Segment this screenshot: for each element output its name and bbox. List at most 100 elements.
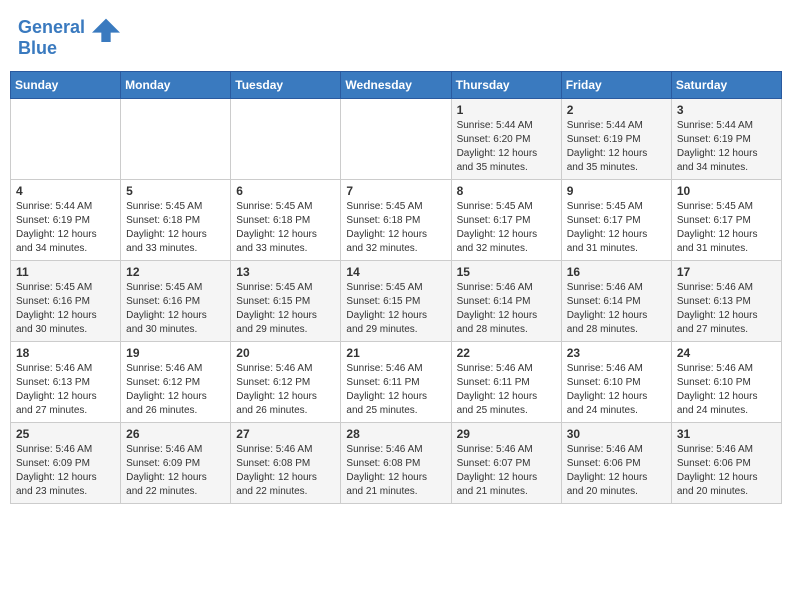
day-info: Sunrise: 5:46 AM Sunset: 6:12 PM Dayligh… — [236, 362, 335, 418]
day-cell — [231, 99, 341, 180]
day-info: Sunrise: 5:46 AM Sunset: 6:11 PM Dayligh… — [346, 362, 445, 418]
day-number: 18 — [16, 346, 115, 360]
day-cell: 27Sunrise: 5:46 AM Sunset: 6:08 PM Dayli… — [231, 423, 341, 504]
header-cell-tuesday: Tuesday — [231, 72, 341, 99]
day-cell: 18 Sunrise: 5:46 AM Sunset: 6:13 PM Dayli… — [11, 342, 121, 423]
day-cell: 31Sunrise: 5:46 AM Sunset: 6:06 PM Dayli… — [671, 423, 781, 504]
day-cell: 25 Sunrise: 5:46 AM Sunset: 6:09 PM Dayli… — [11, 423, 121, 504]
day-cell: 7Sunrise: 5:45 AM Sunset: 6:18 PM Daylig… — [341, 180, 451, 261]
day-info: Sunrise: 5:45 AM Sunset: 6:15 PM Dayligh… — [346, 281, 445, 337]
day-cell: 6 Sunrise: 5:45 AM Sunset: 6:18 PM Daylig… — [231, 180, 341, 261]
day-cell: 10 Sunrise: 5:45 AM Sunset: 6:17 PM Dayli… — [671, 180, 781, 261]
day-cell: 23 Sunrise: 5:46 AM Sunset: 6:10 PM Dayli… — [561, 342, 671, 423]
day-cell — [121, 99, 231, 180]
day-number: 28 — [346, 427, 445, 441]
day-number: 10 — [677, 184, 776, 198]
day-number: 30 — [567, 427, 666, 441]
header-cell-monday: Monday — [121, 72, 231, 99]
day-info: Sunrise: 5:46 AM Sunset: 6:13 PM Dayligh… — [677, 281, 776, 337]
day-cell: 30 Sunrise: 5:46 AM Sunset: 6:06 PM Dayli… — [561, 423, 671, 504]
day-number: 17 — [677, 265, 776, 279]
day-cell: 4 Sunrise: 5:44 AM Sunset: 6:19 PM Daylig… — [11, 180, 121, 261]
calendar-body: 1Sunrise: 5:44 AM Sunset: 6:20 PM Daylig… — [11, 99, 782, 504]
day-info: Sunrise: 5:46 AM Sunset: 6:10 PM Dayligh… — [677, 362, 776, 418]
day-cell: 29 Sunrise: 5:46 AM Sunset: 6:07 PM Dayli… — [451, 423, 561, 504]
day-info: Sunrise: 5:45 AM Sunset: 6:18 PM Dayligh… — [236, 200, 335, 256]
week-row-2: 4 Sunrise: 5:44 AM Sunset: 6:19 PM Daylig… — [11, 180, 782, 261]
day-cell: 13 Sunrise: 5:45 AM Sunset: 6:15 PM Dayli… — [231, 261, 341, 342]
header-cell-thursday: Thursday — [451, 72, 561, 99]
day-number: 23 — [567, 346, 666, 360]
day-info: Sunrise: 5:45 AM Sunset: 6:15 PM Dayligh… — [236, 281, 335, 337]
day-info: Sunrise: 5:46 AM Sunset: 6:07 PM Dayligh… — [457, 443, 556, 499]
day-info: Sunrise: 5:44 AM Sunset: 6:19 PM Dayligh… — [16, 200, 115, 256]
header-cell-friday: Friday — [561, 72, 671, 99]
week-row-3: 11 Sunrise: 5:45 AM Sunset: 6:16 PM Dayli… — [11, 261, 782, 342]
logo: General Blue — [18, 14, 120, 59]
day-info: Sunrise: 5:45 AM Sunset: 6:17 PM Dayligh… — [457, 200, 556, 256]
day-number: 11 — [16, 265, 115, 279]
day-info: Sunrise: 5:45 AM Sunset: 6:17 PM Dayligh… — [567, 200, 666, 256]
day-number: 19 — [126, 346, 225, 360]
day-info: Sunrise: 5:45 AM Sunset: 6:18 PM Dayligh… — [346, 200, 445, 256]
day-number: 8 — [457, 184, 556, 198]
day-cell: 8 Sunrise: 5:45 AM Sunset: 6:17 PM Daylig… — [451, 180, 561, 261]
day-info: Sunrise: 5:46 AM Sunset: 6:09 PM Dayligh… — [16, 443, 115, 499]
day-info: Sunrise: 5:46 AM Sunset: 6:11 PM Dayligh… — [457, 362, 556, 418]
day-info: Sunrise: 5:45 AM Sunset: 6:18 PM Dayligh… — [126, 200, 225, 256]
day-number: 9 — [567, 184, 666, 198]
day-number: 13 — [236, 265, 335, 279]
day-info: Sunrise: 5:46 AM Sunset: 6:14 PM Dayligh… — [567, 281, 666, 337]
page-header: General Blue — [10, 10, 782, 63]
week-row-4: 18 Sunrise: 5:46 AM Sunset: 6:13 PM Dayli… — [11, 342, 782, 423]
header-cell-saturday: Saturday — [671, 72, 781, 99]
calendar-header: SundayMondayTuesdayWednesdayThursdayFrid… — [11, 72, 782, 99]
day-info: Sunrise: 5:46 AM Sunset: 6:06 PM Dayligh… — [567, 443, 666, 499]
day-cell: 24Sunrise: 5:46 AM Sunset: 6:10 PM Dayli… — [671, 342, 781, 423]
day-info: Sunrise: 5:46 AM Sunset: 6:13 PM Dayligh… — [16, 362, 115, 418]
day-cell: 14 Sunrise: 5:45 AM Sunset: 6:15 PM Dayli… — [341, 261, 451, 342]
day-info: Sunrise: 5:44 AM Sunset: 6:19 PM Dayligh… — [567, 119, 666, 175]
day-number: 25 — [16, 427, 115, 441]
day-cell: 19 Sunrise: 5:46 AM Sunset: 6:12 PM Dayli… — [121, 342, 231, 423]
day-number: 15 — [457, 265, 556, 279]
day-info: Sunrise: 5:44 AM Sunset: 6:19 PM Dayligh… — [677, 119, 776, 175]
day-cell: 9 Sunrise: 5:45 AM Sunset: 6:17 PM Daylig… — [561, 180, 671, 261]
day-cell: 22 Sunrise: 5:46 AM Sunset: 6:11 PM Dayli… — [451, 342, 561, 423]
day-cell: 11 Sunrise: 5:45 AM Sunset: 6:16 PM Dayli… — [11, 261, 121, 342]
week-row-5: 25 Sunrise: 5:46 AM Sunset: 6:09 PM Dayli… — [11, 423, 782, 504]
header-cell-sunday: Sunday — [11, 72, 121, 99]
day-number: 16 — [567, 265, 666, 279]
day-cell: 15 Sunrise: 5:46 AM Sunset: 6:14 PM Dayli… — [451, 261, 561, 342]
day-info: Sunrise: 5:46 AM Sunset: 6:12 PM Dayligh… — [126, 362, 225, 418]
header-row: SundayMondayTuesdayWednesdayThursdayFrid… — [11, 72, 782, 99]
day-info: Sunrise: 5:46 AM Sunset: 6:14 PM Dayligh… — [457, 281, 556, 337]
day-info: Sunrise: 5:45 AM Sunset: 6:16 PM Dayligh… — [126, 281, 225, 337]
day-cell: 20Sunrise: 5:46 AM Sunset: 6:12 PM Dayli… — [231, 342, 341, 423]
day-cell: 1Sunrise: 5:44 AM Sunset: 6:20 PM Daylig… — [451, 99, 561, 180]
day-number: 3 — [677, 103, 776, 117]
day-number: 2 — [567, 103, 666, 117]
day-info: Sunrise: 5:45 AM Sunset: 6:16 PM Dayligh… — [16, 281, 115, 337]
day-number: 4 — [16, 184, 115, 198]
day-cell: 5Sunrise: 5:45 AM Sunset: 6:18 PM Daylig… — [121, 180, 231, 261]
day-info: Sunrise: 5:46 AM Sunset: 6:09 PM Dayligh… — [126, 443, 225, 499]
calendar-table: SundayMondayTuesdayWednesdayThursdayFrid… — [10, 71, 782, 504]
day-cell: 17 Sunrise: 5:46 AM Sunset: 6:13 PM Dayli… — [671, 261, 781, 342]
day-info: Sunrise: 5:45 AM Sunset: 6:17 PM Dayligh… — [677, 200, 776, 256]
week-row-1: 1Sunrise: 5:44 AM Sunset: 6:20 PM Daylig… — [11, 99, 782, 180]
day-cell: 26 Sunrise: 5:46 AM Sunset: 6:09 PM Dayli… — [121, 423, 231, 504]
day-number: 27 — [236, 427, 335, 441]
day-number: 26 — [126, 427, 225, 441]
header-cell-wednesday: Wednesday — [341, 72, 451, 99]
day-cell: 28 Sunrise: 5:46 AM Sunset: 6:08 PM Dayli… — [341, 423, 451, 504]
day-number: 29 — [457, 427, 556, 441]
day-number: 22 — [457, 346, 556, 360]
day-cell: 2 Sunrise: 5:44 AM Sunset: 6:19 PM Daylig… — [561, 99, 671, 180]
day-number: 31 — [677, 427, 776, 441]
day-info: Sunrise: 5:46 AM Sunset: 6:10 PM Dayligh… — [567, 362, 666, 418]
day-number: 1 — [457, 103, 556, 117]
day-number: 14 — [346, 265, 445, 279]
day-info: Sunrise: 5:46 AM Sunset: 6:08 PM Dayligh… — [346, 443, 445, 499]
day-number: 6 — [236, 184, 335, 198]
